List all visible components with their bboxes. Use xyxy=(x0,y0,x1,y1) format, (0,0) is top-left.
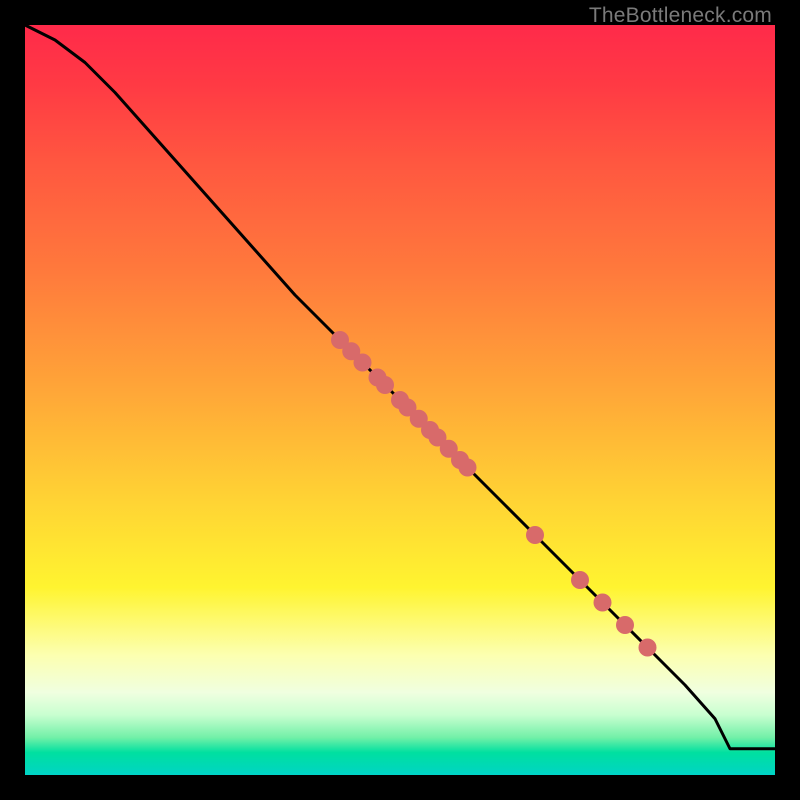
chart-svg xyxy=(25,25,775,775)
data-point xyxy=(616,616,634,634)
data-point xyxy=(376,376,394,394)
data-point xyxy=(594,594,612,612)
data-point xyxy=(526,526,544,544)
curve-line xyxy=(25,25,775,749)
chart-frame: TheBottleneck.com xyxy=(0,0,800,800)
data-point xyxy=(459,459,477,477)
data-point xyxy=(354,354,372,372)
data-point xyxy=(639,639,657,657)
data-point xyxy=(571,571,589,589)
